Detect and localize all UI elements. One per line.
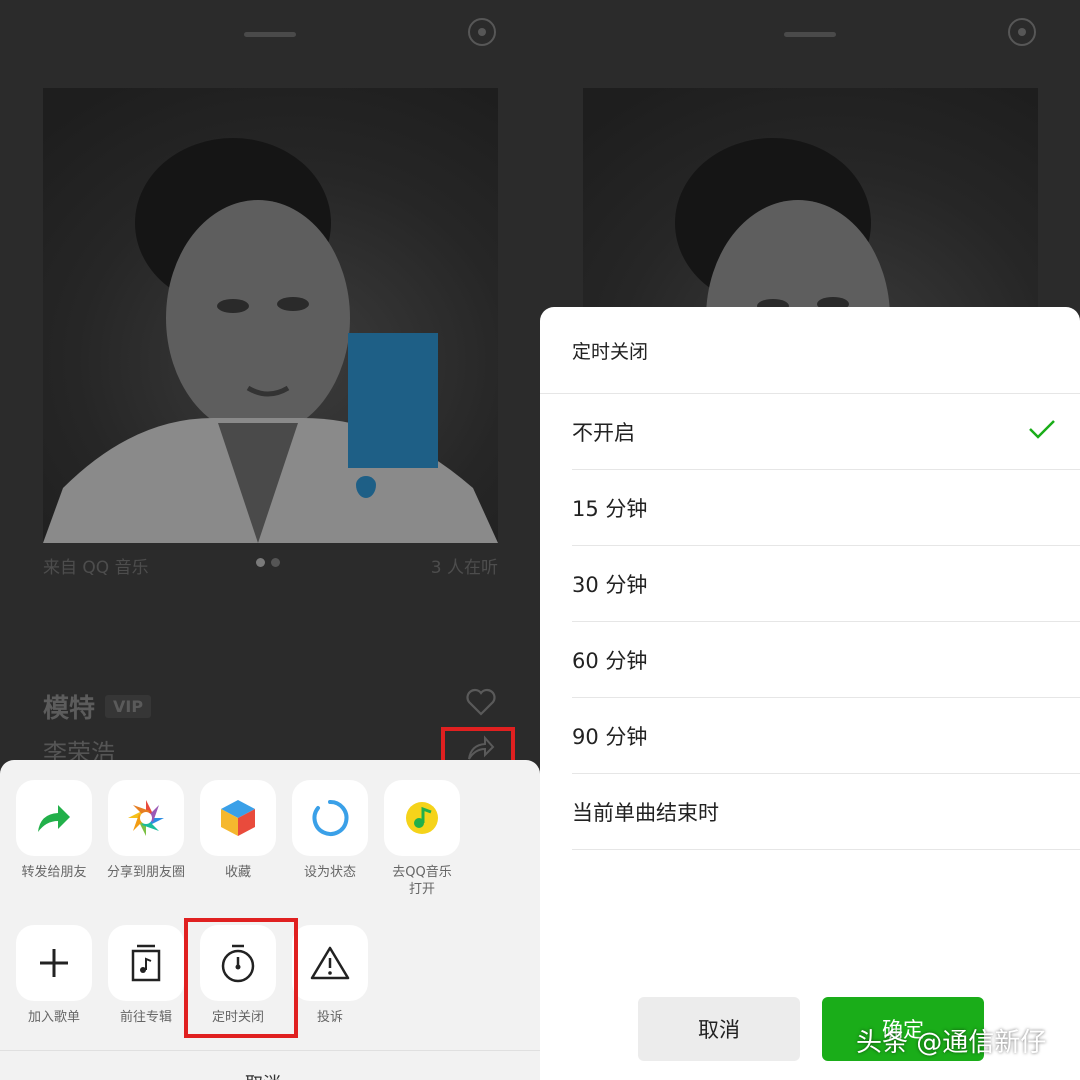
tile-label: 设为状态 — [303, 865, 356, 880]
sheet-divider — [0, 1050, 540, 1051]
vip-badge: VIP — [105, 695, 152, 718]
warning-icon — [310, 946, 350, 980]
drag-handle[interactable] — [784, 32, 836, 37]
add-to-playlist-button[interactable]: 加入歌单 — [8, 925, 100, 1026]
heart-icon[interactable] — [466, 688, 496, 720]
forward-icon — [38, 805, 70, 832]
left-screen: 来自 QQ 音乐 3 人在听 模特 VIP 李荣浩 转发给朋友 分享到朋友圈 收… — [0, 0, 540, 1080]
timer-highlight-box — [184, 918, 298, 1038]
timer-option-off[interactable]: 不开启 — [572, 394, 1080, 470]
watermark: 头条 @通信新仔 — [856, 1028, 1047, 1058]
option-label: 90 分钟 — [572, 724, 648, 749]
favorite-cube-icon — [221, 800, 255, 836]
page-indicator — [256, 558, 280, 567]
qq-music-icon — [406, 802, 438, 834]
option-label: 30 分钟 — [572, 572, 648, 597]
tile-label: 收藏 — [224, 865, 251, 880]
tile-label: 加入歌单 — [27, 1010, 80, 1025]
dialog-title: 定时关闭 — [572, 341, 649, 363]
album-sticker — [348, 333, 438, 468]
target-icon[interactable] — [468, 18, 496, 46]
cancel-button[interactable]: 取消 — [638, 997, 800, 1061]
drag-handle[interactable] — [244, 32, 296, 37]
forward-to-friend-button[interactable]: 转发给朋友 — [8, 780, 100, 881]
timer-dialog: 定时关闭 不开启 15 分钟 30 分钟 60 分钟 90 分钟 当前单曲结束时… — [540, 307, 1080, 1080]
timer-option-end-of-song[interactable]: 当前单曲结束时 — [572, 774, 1080, 850]
album-cover — [43, 88, 498, 543]
moments-icon — [128, 800, 164, 836]
status-ring-icon — [312, 799, 349, 836]
tile-label: 前往专辑 — [119, 1010, 172, 1025]
tile-label: 去QQ音乐打开 — [392, 865, 452, 897]
check-icon — [1029, 420, 1055, 439]
share-icon — [468, 735, 495, 760]
option-label: 当前单曲结束时 — [572, 800, 719, 825]
tile-label: 转发给朋友 — [21, 865, 87, 880]
song-title-row: 模特 VIP — [43, 688, 152, 725]
right-screen: 定时关闭 不开启 15 分钟 30 分钟 60 分钟 90 分钟 当前单曲结束时… — [540, 0, 1080, 1080]
tile-label: 分享到朋友圈 — [106, 865, 185, 880]
timer-option-60[interactable]: 60 分钟 — [572, 622, 1080, 698]
page-dot — [256, 558, 265, 567]
option-label: 不开启 — [572, 420, 635, 445]
timer-option-90[interactable]: 90 分钟 — [572, 698, 1080, 774]
open-in-qq-music-button[interactable]: 去QQ音乐打开 — [376, 780, 468, 898]
target-icon[interactable] — [1008, 18, 1036, 46]
song-title: 模特 — [43, 694, 96, 724]
share-to-moments-button[interactable]: 分享到朋友圈 — [100, 780, 192, 881]
timer-option-15[interactable]: 15 分钟 — [572, 470, 1080, 546]
go-to-album-button[interactable]: 前往专辑 — [100, 925, 192, 1026]
option-label: 15 分钟 — [572, 496, 648, 521]
listeners-count: 3 人在听 — [430, 558, 498, 578]
favorite-button[interactable]: 收藏 — [192, 780, 284, 881]
page-dot — [271, 558, 280, 567]
album-icon — [131, 944, 161, 982]
set-as-status-button[interactable]: 设为状态 — [284, 780, 376, 881]
plus-icon — [40, 949, 68, 977]
source-label: 来自 QQ 音乐 — [43, 558, 149, 578]
option-label: 60 分钟 — [572, 648, 648, 673]
sheet-cancel-button[interactable]: 取消 — [245, 1070, 281, 1080]
portrait-illustration — [43, 138, 498, 543]
timer-option-30[interactable]: 30 分钟 — [572, 546, 1080, 622]
